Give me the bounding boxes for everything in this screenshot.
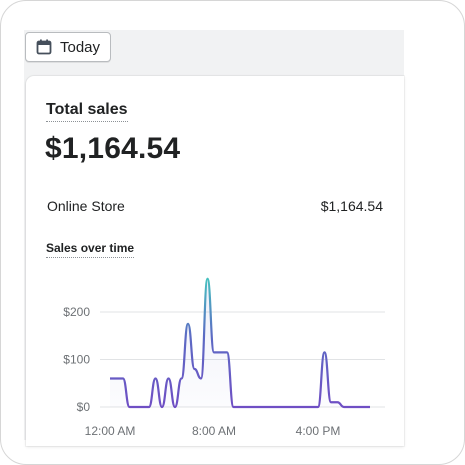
y-tick-label: $200 (63, 305, 90, 319)
y-tick-label: $0 (77, 400, 91, 414)
series-area (110, 278, 370, 407)
sales-over-time-chart: $0 $100 $200 12:00 AM 8:00 AM 4:00 PM (63, 277, 385, 438)
series-line (110, 277, 370, 409)
y-tick-label: $100 (63, 353, 90, 367)
x-tick-label: 8:00 AM (192, 424, 236, 438)
x-tick-label: 12:00 AM (85, 424, 136, 438)
x-tick-label: 4:00 PM (296, 424, 341, 438)
